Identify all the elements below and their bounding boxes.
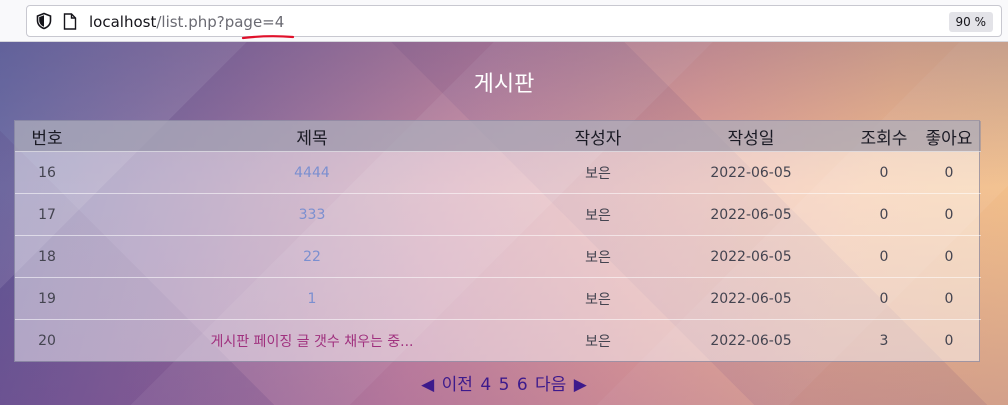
header-author: 작성자 [545, 121, 651, 152]
page-title: 게시판 [473, 72, 535, 97]
cell-date: 2022-06-05 [651, 235, 851, 278]
cell-views: 0 [851, 193, 917, 236]
shield-icon[interactable] [35, 12, 53, 30]
cell-likes: 0 [917, 277, 981, 320]
cell-author: 보은 [545, 235, 651, 278]
cell-likes: 0 [917, 193, 981, 236]
pagination: ◀ 이전 4 5 6 다음 ▶ [0, 370, 1008, 395]
cell-number: 17 [15, 193, 79, 236]
table-row: 19 1 보은 2022-06-05 0 0 [15, 277, 981, 320]
cell-author: 보은 [545, 319, 651, 361]
address-bar[interactable]: localhost/list.php?page=4 90 % [26, 5, 1002, 40]
cell-views: 0 [851, 151, 917, 194]
red-underline-annotation [241, 35, 295, 40]
cell-date: 2022-06-05 [651, 319, 851, 361]
page-link-5[interactable]: 5 [499, 375, 510, 395]
board-table-container: 번호 제목 작성자 작성일 조회수 좋아요 16 4444 보은 2022-06… [14, 120, 981, 362]
url-text[interactable]: localhost/list.php?page=4 [89, 12, 284, 32]
cell-author: 보은 [545, 277, 651, 320]
cell-date: 2022-06-05 [651, 277, 851, 320]
page-link-4[interactable]: 4 [480, 375, 491, 395]
url-host: localhost [89, 13, 157, 31]
cell-date: 2022-06-05 [651, 151, 851, 194]
cell-author: 보은 [545, 151, 651, 194]
header-title: 제목 [79, 121, 545, 152]
zoom-level-button[interactable]: 90 % [948, 12, 993, 32]
cell-likes: 0 [917, 151, 981, 194]
browser-toolbar: localhost/list.php?page=4 90 % [0, 0, 1008, 42]
cell-views: 0 [851, 277, 917, 320]
header-date: 작성일 [651, 121, 851, 152]
post-title-link[interactable]: 333 [79, 193, 545, 236]
post-title-link[interactable]: 게시판 페이징 글 갯수 채우는 중... [79, 319, 545, 361]
cell-views: 0 [851, 235, 917, 278]
url-path: /list.php?page=4 [156, 13, 285, 31]
post-title-link[interactable]: 22 [79, 235, 545, 278]
table-header-row: 번호 제목 작성자 작성일 조회수 좋아요 [15, 121, 981, 152]
cell-number: 18 [15, 235, 79, 278]
post-title-link[interactable]: 1 [79, 277, 545, 320]
cell-number: 19 [15, 277, 79, 320]
page-content: 게시판 번호 제목 작성자 작성일 조회수 좋아요 16 4444 보은 202… [0, 42, 1008, 405]
header-number: 번호 [15, 121, 79, 152]
post-title-link[interactable]: 4444 [79, 151, 545, 194]
cell-number: 20 [15, 319, 79, 361]
header-likes: 좋아요 [917, 121, 981, 152]
prev-arrow-icon[interactable]: ◀ [421, 375, 434, 395]
next-arrow-icon[interactable]: ▶ [574, 375, 587, 395]
board-table: 번호 제목 작성자 작성일 조회수 좋아요 16 4444 보은 2022-06… [15, 121, 981, 361]
prev-page-link[interactable]: 이전 [442, 375, 473, 395]
table-row: 18 22 보은 2022-06-05 0 0 [15, 235, 981, 278]
cell-author: 보은 [545, 193, 651, 236]
table-row: 20 게시판 페이징 글 갯수 채우는 중... 보은 2022-06-05 3… [15, 319, 981, 361]
table-row: 16 4444 보은 2022-06-05 0 0 [15, 151, 981, 194]
cell-likes: 0 [917, 235, 981, 278]
cell-date: 2022-06-05 [651, 193, 851, 236]
table-row: 17 333 보은 2022-06-05 0 0 [15, 193, 981, 236]
cell-likes: 0 [917, 319, 981, 361]
cell-number: 16 [15, 151, 79, 194]
page-link-6[interactable]: 6 [517, 375, 528, 395]
header-views: 조회수 [851, 121, 917, 152]
next-page-link[interactable]: 다음 [535, 375, 566, 395]
page-icon [63, 13, 77, 30]
cell-views: 3 [851, 319, 917, 361]
